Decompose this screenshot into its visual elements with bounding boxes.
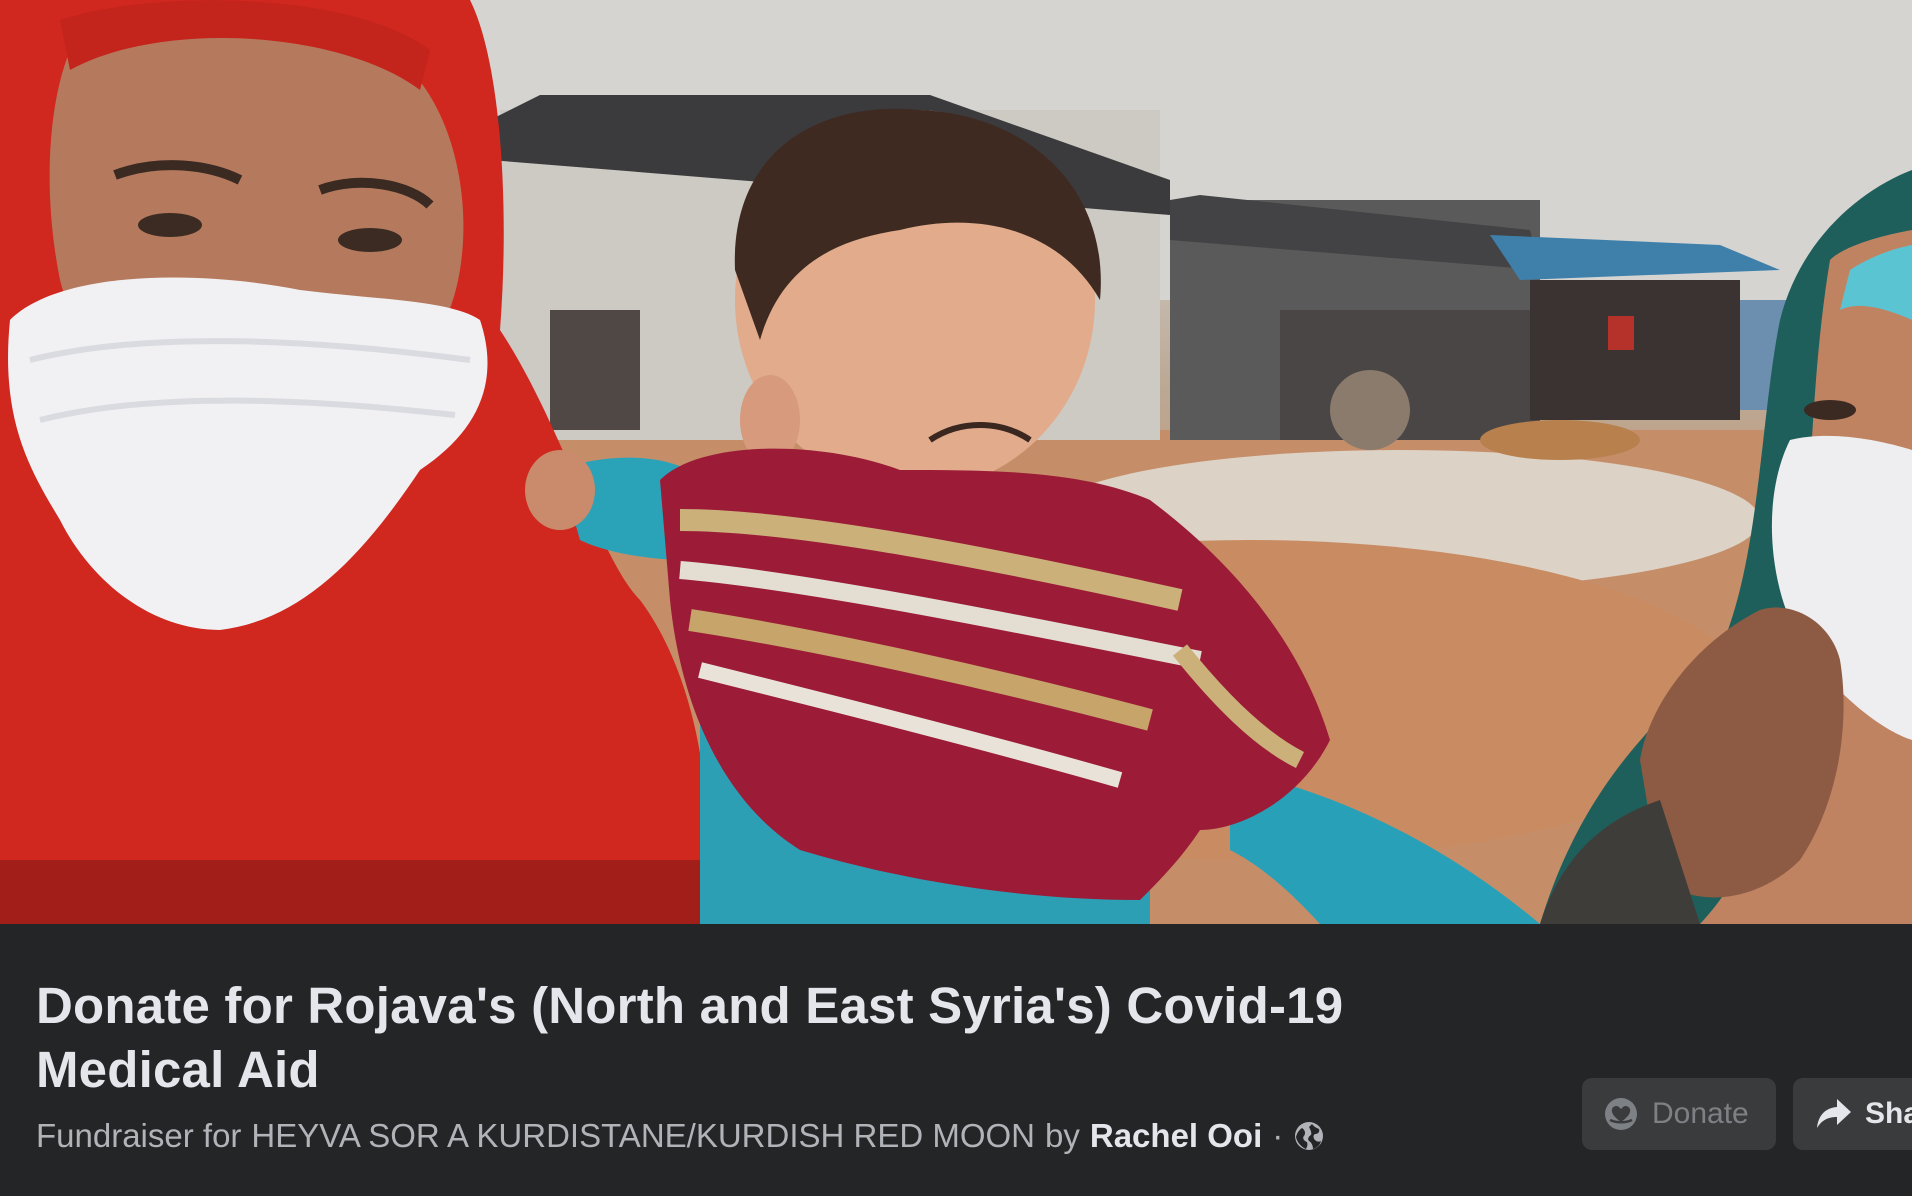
cover-photo-illustration xyxy=(0,0,1912,924)
organization-link[interactable]: HEYVA SOR A KURDISTANE/KURDISH RED MOON xyxy=(251,1116,1035,1156)
cover-photo[interactable] xyxy=(0,0,1912,924)
fundraiser-subtitle: Fundraiser for HEYVA SOR A KURDISTANE/KU… xyxy=(36,1116,1325,1156)
share-button-label: Sha xyxy=(1865,1097,1912,1130)
donate-button-label: Donate xyxy=(1652,1097,1749,1130)
separator-dot: · xyxy=(1272,1117,1284,1154)
fundraiser-header: Donate for Rojava's (North and East Syri… xyxy=(0,0,1912,1196)
donate-heart-icon xyxy=(1604,1097,1638,1131)
globe-icon[interactable] xyxy=(1293,1120,1325,1152)
donate-button[interactable]: Donate xyxy=(1582,1078,1776,1150)
share-button[interactable]: Sha xyxy=(1793,1078,1912,1150)
author-link[interactable]: Rachel Ooi xyxy=(1090,1116,1262,1156)
fundraiser-for-label: Fundraiser for xyxy=(36,1117,242,1154)
fundraiser-info-panel: Donate for Rojava's (North and East Syri… xyxy=(0,924,1912,1196)
fundraiser-title: Donate for Rojava's (North and East Syri… xyxy=(36,977,1344,1098)
share-arrow-icon xyxy=(1815,1097,1853,1131)
by-label: by xyxy=(1045,1117,1080,1154)
